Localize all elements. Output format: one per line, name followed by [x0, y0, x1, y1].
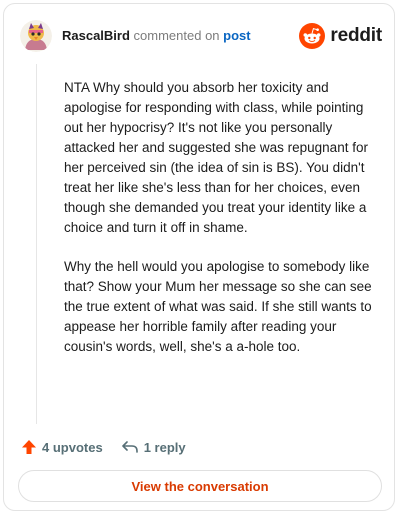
- reply-arrow-icon: [121, 441, 138, 453]
- reply-button[interactable]: 1 reply: [121, 439, 186, 455]
- author-name[interactable]: RascalBird: [62, 28, 130, 43]
- comment-paragraph: NTA Why should you absorb her toxicity a…: [64, 80, 368, 235]
- comment-actions: 4 upvotes 1 reply: [21, 437, 204, 457]
- upvote-button[interactable]: 4 upvotes: [21, 439, 103, 455]
- comment-paragraph: Why the hell would you apologise to some…: [64, 259, 372, 354]
- brand-wordmark: reddit: [330, 25, 382, 46]
- comment-card: RascalBird commented on post reddit NTA …: [3, 3, 395, 511]
- bird-avatar-icon[interactable]: [20, 20, 52, 52]
- reddit-brand[interactable]: reddit: [299, 20, 382, 52]
- author-line: RascalBird commented on post: [62, 28, 251, 44]
- thread-line: [36, 64, 37, 424]
- post-link[interactable]: post: [223, 28, 250, 43]
- reply-count: 1 reply: [143, 439, 186, 455]
- comment-verb: commented on: [133, 28, 220, 43]
- reddit-alien-icon: [299, 23, 326, 49]
- comment-body: NTA Why should you absorb her toxicity a…: [64, 78, 382, 376]
- upvote-arrow-icon: [22, 440, 36, 454]
- comment-header: RascalBird commented on post reddit: [20, 18, 382, 54]
- upvote-count: 4 upvotes: [42, 439, 103, 455]
- view-conversation-button[interactable]: View the conversation: [18, 470, 382, 502]
